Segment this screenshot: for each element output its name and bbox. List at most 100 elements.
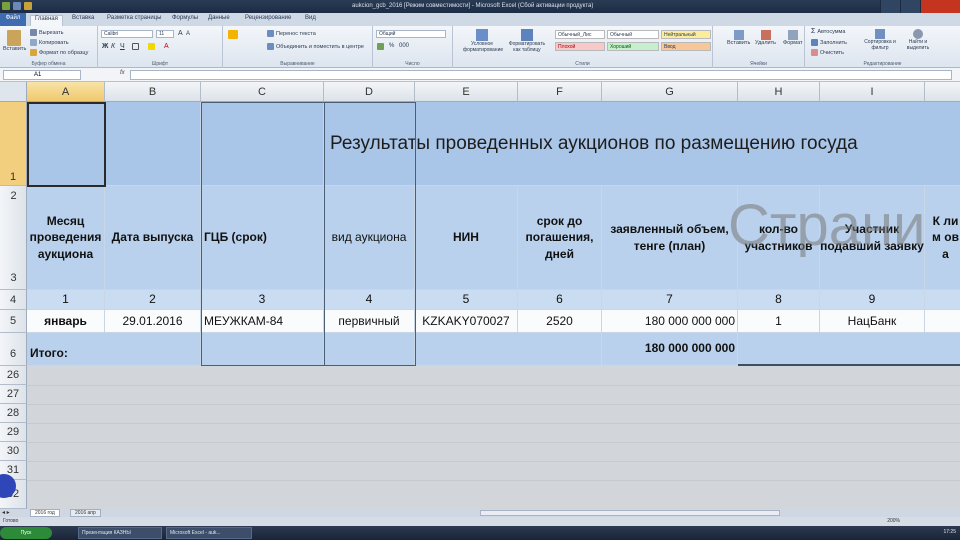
num-8[interactable]: 8: [738, 290, 820, 310]
formula-input[interactable]: [130, 70, 952, 80]
row-header-5[interactable]: 5: [0, 310, 27, 333]
row-header-1[interactable]: 1: [0, 102, 27, 186]
wrap-text-button[interactable]: Перенос текста: [267, 30, 316, 37]
copy-button[interactable]: Копировать: [30, 39, 69, 46]
cell-issue-date[interactable]: 29.01.2016: [105, 310, 201, 333]
header-days-to-maturity[interactable]: срок до погашения, дней: [518, 186, 602, 290]
tab-view[interactable]: Вид: [305, 15, 316, 21]
format-as-table-button[interactable]: Форматировать как таблицу: [507, 29, 547, 53]
total-hi[interactable]: [738, 333, 960, 366]
cell-bidder[interactable]: НацБанк: [820, 310, 925, 333]
tab-data[interactable]: Данные: [208, 15, 230, 21]
taskbar-item-presentation[interactable]: Презентация КАЗНЫ: [78, 527, 162, 539]
name-box[interactable]: A1: [3, 70, 81, 80]
num-next[interactable]: [925, 290, 960, 310]
comma-button[interactable]: 000: [399, 43, 409, 49]
bold-button[interactable]: Ж: [102, 43, 108, 50]
cut-button[interactable]: Вырезать: [30, 29, 63, 36]
column-header-d[interactable]: D: [324, 82, 415, 102]
row-header-4[interactable]: 4: [0, 290, 27, 310]
font-name-select[interactable]: Calibri: [101, 30, 153, 38]
style-good[interactable]: Хороший: [607, 42, 659, 51]
row-header-2-3[interactable]: 2 3: [0, 186, 27, 290]
total-label[interactable]: Итого:: [27, 333, 201, 366]
save-icon[interactable]: [13, 2, 21, 10]
header-issue-date[interactable]: Дата выпуска: [105, 186, 201, 290]
currency-button[interactable]: [377, 43, 386, 50]
row-header-30[interactable]: 30: [0, 442, 27, 461]
style-bad[interactable]: Плохой: [555, 42, 605, 51]
sort-filter-button[interactable]: Сортировка и фильтр: [863, 29, 897, 51]
sheet-tab-2016-apr[interactable]: 2016 апр: [70, 509, 101, 517]
insert-cells-button[interactable]: Вставить: [727, 30, 750, 46]
merge-center-button[interactable]: Объединить и поместить в центре: [267, 43, 364, 50]
column-header-g[interactable]: G: [602, 82, 738, 102]
column-header-f[interactable]: F: [518, 82, 602, 102]
font-color-button[interactable]: А: [164, 43, 169, 50]
align-top-button[interactable]: [228, 30, 240, 39]
close-button[interactable]: [920, 0, 960, 13]
row-header-29[interactable]: 29: [0, 423, 27, 442]
header-nin[interactable]: НИН: [415, 186, 518, 290]
start-button[interactable]: Пуск: [0, 527, 52, 539]
header-gcb-term[interactable]: ГЦБ (срок): [201, 186, 324, 290]
num-3[interactable]: 3: [201, 290, 324, 310]
header-next-partial[interactable]: К лим ова: [925, 186, 960, 290]
minimize-button[interactable]: [880, 0, 900, 13]
tab-file[interactable]: Файл: [0, 13, 26, 26]
font-size-select[interactable]: 11: [156, 30, 174, 38]
total-d[interactable]: [324, 333, 415, 366]
column-header-h[interactable]: H: [738, 82, 820, 102]
num-5[interactable]: 5: [415, 290, 518, 310]
empty-rows-area[interactable]: [27, 366, 960, 509]
cell-c1[interactable]: [201, 102, 324, 186]
zoom-level[interactable]: 200%: [887, 517, 900, 526]
column-header-b[interactable]: B: [105, 82, 201, 102]
cell-next[interactable]: [925, 310, 960, 333]
style-normal-2[interactable]: Обычный_Лис: [555, 30, 605, 39]
style-neutral[interactable]: Нейтральный: [661, 30, 711, 39]
tab-home[interactable]: Главная: [30, 15, 63, 26]
row-header-2[interactable]: 2: [0, 190, 27, 202]
tab-review[interactable]: Рецензирование: [245, 15, 291, 21]
shrink-font-button[interactable]: A: [186, 31, 190, 37]
percent-button[interactable]: %: [389, 43, 394, 49]
cell-b1[interactable]: [105, 102, 201, 186]
italic-button[interactable]: К: [111, 43, 115, 50]
number-format-select[interactable]: Общий: [376, 30, 446, 38]
conditional-formatting-button[interactable]: Условное форматирование: [463, 29, 503, 53]
column-header-e[interactable]: E: [415, 82, 518, 102]
maximize-button[interactable]: [900, 0, 920, 13]
row-header-28[interactable]: 28: [0, 404, 27, 423]
num-9[interactable]: 9: [820, 290, 925, 310]
select-all-button[interactable]: [0, 82, 27, 102]
style-normal[interactable]: Обычный: [607, 30, 659, 39]
sheet-nav-arrows[interactable]: ◂ ▸: [2, 509, 10, 516]
row-header-6[interactable]: 6: [0, 333, 27, 366]
format-cells-button[interactable]: Формат: [783, 30, 803, 46]
row-header-3[interactable]: 3: [0, 272, 27, 284]
cell-days[interactable]: 2520: [518, 310, 602, 333]
horizontal-scrollbar[interactable]: [480, 510, 780, 516]
header-auction-type[interactable]: вид аукциона: [324, 186, 415, 290]
sheet-tab-2016[interactable]: 2016 год: [30, 509, 60, 517]
column-header-next[interactable]: [925, 82, 960, 102]
underline-button[interactable]: Ч: [120, 43, 125, 50]
column-header-i[interactable]: I: [820, 82, 925, 102]
total-c[interactable]: [201, 333, 324, 366]
undo-icon[interactable]: [24, 2, 32, 10]
tab-formulas[interactable]: Формулы: [172, 15, 198, 21]
style-input[interactable]: Ввод: [661, 42, 711, 51]
borders-button[interactable]: [132, 43, 141, 50]
num-6[interactable]: 6: [518, 290, 602, 310]
paste-button[interactable]: Вставить: [3, 30, 26, 52]
cell-volume[interactable]: 180 000 000 000: [602, 310, 738, 333]
num-2[interactable]: 2: [105, 290, 201, 310]
clear-button[interactable]: Очистить: [811, 49, 844, 56]
cell-participants[interactable]: 1: [738, 310, 820, 333]
num-7[interactable]: 7: [602, 290, 738, 310]
fx-icon[interactable]: fx: [120, 70, 125, 76]
header-declared-volume[interactable]: заявленный объем, тенге (план): [602, 186, 738, 290]
cell-a1[interactable]: [27, 102, 105, 186]
find-select-button[interactable]: Найти и выделить: [901, 29, 935, 51]
